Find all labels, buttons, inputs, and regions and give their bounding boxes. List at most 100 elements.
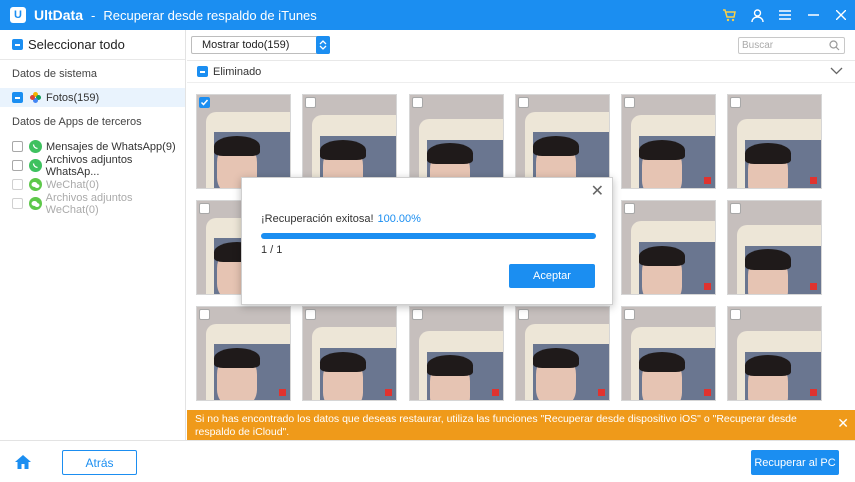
photo-thumbnail[interactable] bbox=[515, 94, 610, 189]
sidebar-item-photos[interactable]: Fotos(159) bbox=[0, 88, 185, 107]
sidebar-item-label: Archivos adjuntos WhatsAp... bbox=[45, 153, 133, 178]
photo-checkbox[interactable] bbox=[199, 203, 210, 214]
search-placeholder: Buscar bbox=[742, 40, 774, 51]
close-icon[interactable] bbox=[827, 0, 855, 30]
photo-thumbnail[interactable] bbox=[727, 94, 822, 189]
wechat-attachments-checkbox bbox=[12, 198, 23, 209]
photo-checkbox[interactable] bbox=[730, 97, 741, 108]
deleted-marker-icon bbox=[704, 177, 711, 184]
apps-section-title: Datos de Apps de terceros bbox=[12, 116, 142, 128]
photo-thumbnail[interactable] bbox=[621, 306, 716, 401]
photo-checkbox[interactable] bbox=[624, 309, 635, 320]
photo-checkbox[interactable] bbox=[518, 309, 529, 320]
dialog-message: ¡Recuperación exitosa! bbox=[261, 213, 374, 225]
cart-icon[interactable] bbox=[715, 0, 743, 30]
photo-checkbox[interactable] bbox=[199, 97, 210, 108]
photo-checkbox[interactable] bbox=[518, 97, 529, 108]
deleted-marker-icon bbox=[810, 177, 817, 184]
notice-close-icon[interactable]: ✕ bbox=[837, 416, 849, 430]
group-checkbox[interactable] bbox=[197, 66, 208, 77]
sidebar-item-whatsapp-attachments[interactable]: Archivos adjuntos WhatsAp... bbox=[0, 153, 185, 178]
photo-checkbox[interactable] bbox=[730, 309, 741, 320]
deleted-marker-icon bbox=[704, 283, 711, 290]
deleted-marker-icon bbox=[385, 389, 392, 396]
title-separator: - bbox=[91, 7, 96, 23]
deleted-marker-icon bbox=[810, 389, 817, 396]
deleted-marker-icon bbox=[279, 389, 286, 396]
photo-checkbox[interactable] bbox=[412, 309, 423, 320]
photo-thumbnail[interactable] bbox=[409, 94, 504, 189]
chevron-down-icon[interactable] bbox=[830, 66, 843, 78]
photo-thumbnail[interactable] bbox=[302, 306, 397, 401]
photo-checkbox[interactable] bbox=[412, 97, 423, 108]
photo-checkbox[interactable] bbox=[624, 97, 635, 108]
toolbar: Mostrar todo(159) Buscar bbox=[187, 30, 855, 61]
group-label: Eliminado bbox=[213, 65, 262, 78]
photo-thumbnail[interactable] bbox=[409, 306, 504, 401]
sidebar-item-label: Fotos(159) bbox=[46, 91, 100, 104]
filter-dropdown[interactable]: Mostrar todo(159) bbox=[191, 36, 330, 54]
app-name: UltData bbox=[34, 7, 84, 23]
whatsapp-messages-checkbox[interactable] bbox=[12, 141, 23, 152]
checkmark-icon bbox=[200, 99, 209, 106]
select-all-row[interactable]: Seleccionar todo bbox=[0, 30, 185, 60]
sidebar-item-wechat-attachments: Archivos adjuntos WeChat(0) bbox=[0, 191, 185, 216]
whatsapp-icon bbox=[29, 159, 42, 172]
select-all-label: Seleccionar todo bbox=[28, 37, 125, 52]
search-icon bbox=[829, 40, 840, 54]
wechat-icon bbox=[29, 197, 42, 210]
photos-checkbox[interactable] bbox=[12, 92, 23, 103]
photo-thumbnail[interactable] bbox=[196, 94, 291, 189]
photo-checkbox[interactable] bbox=[199, 309, 210, 320]
photos-icon bbox=[29, 91, 42, 104]
wechat-icon bbox=[29, 178, 42, 191]
photo-thumbnail[interactable] bbox=[727, 306, 822, 401]
dialog-close-icon[interactable]: ✕ bbox=[591, 181, 604, 201]
whatsapp-icon bbox=[29, 140, 42, 153]
photo-thumbnail[interactable] bbox=[196, 306, 291, 401]
sidebar-item-label: Archivos adjuntos WeChat(0) bbox=[45, 191, 133, 216]
sidebar: Seleccionar todo Datos de sistema Fotos(… bbox=[0, 30, 186, 440]
photo-thumbnail[interactable] bbox=[621, 200, 716, 295]
photo-checkbox[interactable] bbox=[624, 203, 635, 214]
app-logo-icon: U bbox=[10, 7, 26, 23]
back-button[interactable]: Atrás bbox=[62, 450, 137, 475]
deleted-marker-icon bbox=[492, 389, 499, 396]
notice-text: Si no has encontrado los datos que desea… bbox=[195, 413, 797, 438]
photo-thumbnail[interactable] bbox=[515, 306, 610, 401]
dialog-count: 1 / 1 bbox=[261, 244, 283, 256]
footer: Atrás Recuperar al PC bbox=[0, 440, 855, 482]
chevron-updown-icon bbox=[316, 36, 330, 54]
photo-checkbox[interactable] bbox=[305, 97, 316, 108]
progress-fill bbox=[261, 233, 596, 239]
photo-checkbox[interactable] bbox=[305, 309, 316, 320]
title-bar: U UltData - Recuperar desde respaldo de … bbox=[0, 0, 855, 30]
whatsapp-attachments-checkbox[interactable] bbox=[12, 160, 23, 171]
photo-checkbox[interactable] bbox=[730, 203, 741, 214]
group-header[interactable]: Eliminado bbox=[187, 61, 855, 83]
accept-button[interactable]: Aceptar bbox=[509, 264, 595, 288]
photo-thumbnail[interactable] bbox=[621, 94, 716, 189]
progress-bar bbox=[261, 233, 596, 239]
deleted-marker-icon bbox=[598, 389, 605, 396]
minimize-icon[interactable] bbox=[799, 0, 827, 30]
photo-thumbnail[interactable] bbox=[727, 200, 822, 295]
recover-to-pc-button[interactable]: Recuperar al PC bbox=[751, 450, 839, 475]
sidebar-item-label: WeChat(0) bbox=[46, 178, 99, 191]
dialog-message-row: ¡Recuperación exitosa! 100.00% bbox=[261, 213, 421, 225]
dialog-percent: 100.00% bbox=[377, 213, 421, 225]
menu-icon[interactable] bbox=[771, 0, 799, 30]
home-icon[interactable] bbox=[14, 454, 32, 473]
user-icon[interactable] bbox=[743, 0, 771, 30]
success-dialog: ✕ ¡Recuperación exitosa! 100.00% 1 / 1 Ac… bbox=[241, 177, 613, 305]
select-all-checkbox[interactable] bbox=[12, 39, 23, 50]
search-input[interactable]: Buscar bbox=[738, 37, 845, 54]
deleted-marker-icon bbox=[810, 283, 817, 290]
deleted-marker-icon bbox=[704, 389, 711, 396]
notice-bar: Si no has encontrado los datos que desea… bbox=[187, 410, 855, 440]
sidebar-item-label: Mensajes de WhatsApp(9) bbox=[46, 140, 176, 153]
filter-value: Mostrar todo(159) bbox=[202, 39, 290, 51]
system-section-title: Datos de sistema bbox=[12, 68, 97, 80]
photo-thumbnail[interactable] bbox=[302, 94, 397, 189]
window-title: Recuperar desde respaldo de iTunes bbox=[103, 7, 317, 23]
